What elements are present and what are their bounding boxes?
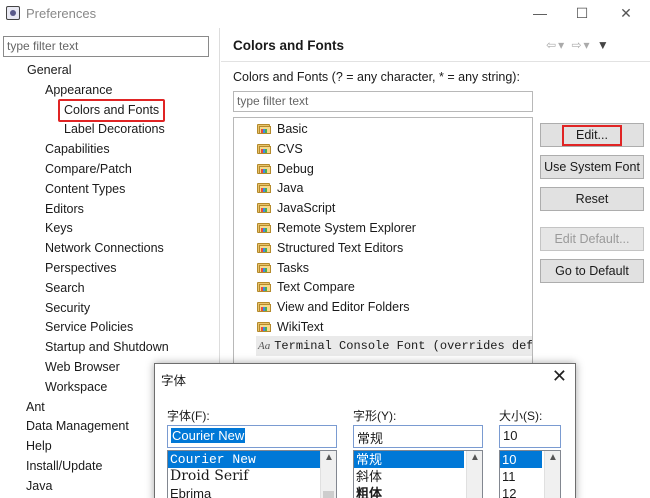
tree-item[interactable]: Security bbox=[45, 299, 90, 318]
tree-item[interactable]: Help bbox=[26, 437, 52, 456]
edit-button-label: Edit... bbox=[562, 125, 622, 146]
edit-button[interactable]: Edit... bbox=[540, 123, 644, 147]
font-option[interactable]: Ebrima bbox=[168, 485, 336, 498]
color-folder-icon bbox=[257, 201, 272, 214]
color-folder-icon bbox=[257, 142, 272, 155]
tree-item[interactable]: Workspace bbox=[45, 378, 107, 397]
category-item[interactable]: Debug bbox=[277, 159, 314, 179]
style-option[interactable]: 斜体 bbox=[354, 468, 482, 485]
font-aa-icon: Aa bbox=[258, 340, 271, 352]
category-item[interactable]: Tasks bbox=[277, 258, 309, 278]
font-option[interactable]: Droid Serif bbox=[168, 468, 336, 485]
tree-item[interactable]: Appearance bbox=[45, 81, 112, 100]
scroll-thumb[interactable] bbox=[323, 491, 334, 498]
edit-default-button: Edit Default... bbox=[540, 227, 644, 251]
font-size-list[interactable]: 10 11 12 ▲ bbox=[499, 450, 561, 498]
color-folder-icon bbox=[257, 300, 272, 313]
scroll-up-icon[interactable]: ▲ bbox=[324, 452, 334, 463]
category-item[interactable]: Structured Text Editors bbox=[277, 238, 403, 258]
color-folder-icon bbox=[257, 122, 272, 135]
font-style-input[interactable]: 常规 bbox=[353, 425, 483, 448]
category-item[interactable]: WikiText bbox=[277, 317, 324, 337]
color-folder-icon bbox=[257, 221, 272, 234]
go-to-default-button[interactable]: Go to Default bbox=[540, 259, 644, 283]
window-title: Preferences bbox=[26, 6, 97, 21]
preferences-app-icon bbox=[6, 6, 20, 20]
color-folder-icon bbox=[257, 162, 272, 175]
reset-button[interactable]: Reset bbox=[540, 187, 644, 211]
font-entry-label: Terminal Console Font (overrides default… bbox=[274, 339, 533, 353]
style-list-scrollbar[interactable]: ▲ bbox=[466, 451, 482, 498]
tree-item[interactable]: Compare/Patch bbox=[45, 160, 132, 179]
style-option[interactable]: 常规 bbox=[354, 451, 464, 468]
color-folder-icon bbox=[257, 181, 272, 194]
font-size-label: 大小(S): bbox=[499, 409, 543, 423]
forward-arrow-icon[interactable]: ⇨ bbox=[571, 38, 583, 52]
tree-item[interactable]: Search bbox=[45, 279, 85, 298]
color-folder-icon bbox=[257, 280, 272, 293]
tree-item[interactable]: General bbox=[27, 61, 71, 80]
category-item[interactable]: View and Editor Folders bbox=[277, 297, 409, 317]
tree-item[interactable]: Startup and Shutdown bbox=[45, 338, 169, 357]
tree-item[interactable]: Network Connections bbox=[45, 239, 164, 258]
use-system-font-button[interactable]: Use System Font bbox=[540, 155, 644, 179]
tree-item[interactable]: Content Types bbox=[45, 180, 125, 199]
font-dialog: 字体 ✕ 字体(F): 字形(Y): 大小(S): Courier New 常规… bbox=[154, 363, 576, 498]
tree-item[interactable]: Keys bbox=[45, 219, 73, 238]
size-option[interactable]: 10 bbox=[500, 451, 542, 468]
font-dialog-close-icon[interactable]: ✕ bbox=[552, 366, 567, 387]
page-title: Colors and Fonts bbox=[233, 38, 344, 53]
category-item[interactable]: Remote System Explorer bbox=[277, 218, 416, 238]
tree-item[interactable]: Data Management bbox=[26, 417, 129, 436]
close-button[interactable]: ✕ bbox=[606, 2, 646, 24]
font-family-list[interactable]: Courier New Droid Serif Ebrima ▲ bbox=[167, 450, 337, 498]
font-option[interactable]: Courier New bbox=[168, 451, 336, 468]
font-style-list[interactable]: 常规 斜体 粗体 ▲ bbox=[353, 450, 483, 498]
colors-fonts-tree[interactable]: AaTerminal Console Font (overrides defau… bbox=[233, 117, 533, 367]
tree-item[interactable]: Java bbox=[26, 477, 52, 496]
style-option[interactable]: 粗体 bbox=[354, 485, 482, 498]
font-family-label: 字体(F): bbox=[167, 409, 210, 423]
maximize-button[interactable]: ☐ bbox=[562, 2, 602, 24]
view-menu-icon[interactable]: ▼ bbox=[597, 38, 611, 52]
colors-filter-input[interactable]: type filter text bbox=[233, 91, 533, 112]
description-label: Colors and Fonts (? = any character, * =… bbox=[233, 70, 520, 84]
color-folder-icon bbox=[257, 261, 272, 274]
font-family-input[interactable]: Courier New bbox=[167, 425, 337, 448]
tree-item[interactable]: Web Browser bbox=[45, 358, 120, 377]
scroll-up-icon[interactable]: ▲ bbox=[548, 452, 558, 463]
size-list-scrollbar[interactable]: ▲ bbox=[544, 451, 560, 498]
category-item[interactable]: Text Compare bbox=[277, 277, 355, 297]
category-item[interactable]: Java bbox=[277, 178, 303, 198]
tree-item[interactable]: Ant bbox=[26, 398, 45, 417]
category-item[interactable]: Basic bbox=[277, 119, 308, 139]
font-list-scrollbar[interactable]: ▲ bbox=[320, 451, 336, 498]
terminal-font-entry[interactable]: AaTerminal Console Font (overrides defau… bbox=[256, 336, 533, 356]
tree-item[interactable]: Label Decorations bbox=[64, 120, 165, 139]
left-filter-input[interactable]: type filter text bbox=[3, 36, 209, 57]
scroll-up-icon[interactable]: ▲ bbox=[470, 452, 480, 463]
tree-item-selected[interactable]: Colors and Fonts bbox=[58, 98, 166, 122]
tree-item[interactable]: Perspectives bbox=[45, 259, 117, 278]
page-navigation: ⇦▾ ⇨▾ ▼ bbox=[546, 38, 611, 52]
color-folder-icon bbox=[257, 320, 272, 333]
title-bar: Preferences — ☐ ✕ bbox=[0, 0, 650, 28]
title-separator bbox=[221, 61, 650, 62]
category-item[interactable]: CVS bbox=[277, 139, 303, 159]
minimize-button[interactable]: — bbox=[520, 2, 560, 24]
forward-dropdown-icon[interactable]: ▾ bbox=[584, 38, 592, 52]
tree-item[interactable]: Install/Update bbox=[26, 457, 102, 476]
font-size-input[interactable]: 10 bbox=[499, 425, 561, 448]
back-arrow-icon[interactable]: ⇦ bbox=[546, 38, 558, 52]
color-folder-icon bbox=[257, 241, 272, 254]
tree-item[interactable]: Service Policies bbox=[45, 318, 133, 337]
back-dropdown-icon[interactable]: ▾ bbox=[558, 38, 566, 52]
font-family-value: Courier New bbox=[171, 428, 246, 443]
font-dialog-title: 字体 bbox=[161, 374, 187, 388]
tree-item[interactable]: Editors bbox=[45, 200, 84, 219]
tree-item[interactable]: Capabilities bbox=[45, 140, 110, 159]
category-item[interactable]: JavaScript bbox=[277, 198, 335, 218]
font-style-label: 字形(Y): bbox=[353, 409, 397, 423]
